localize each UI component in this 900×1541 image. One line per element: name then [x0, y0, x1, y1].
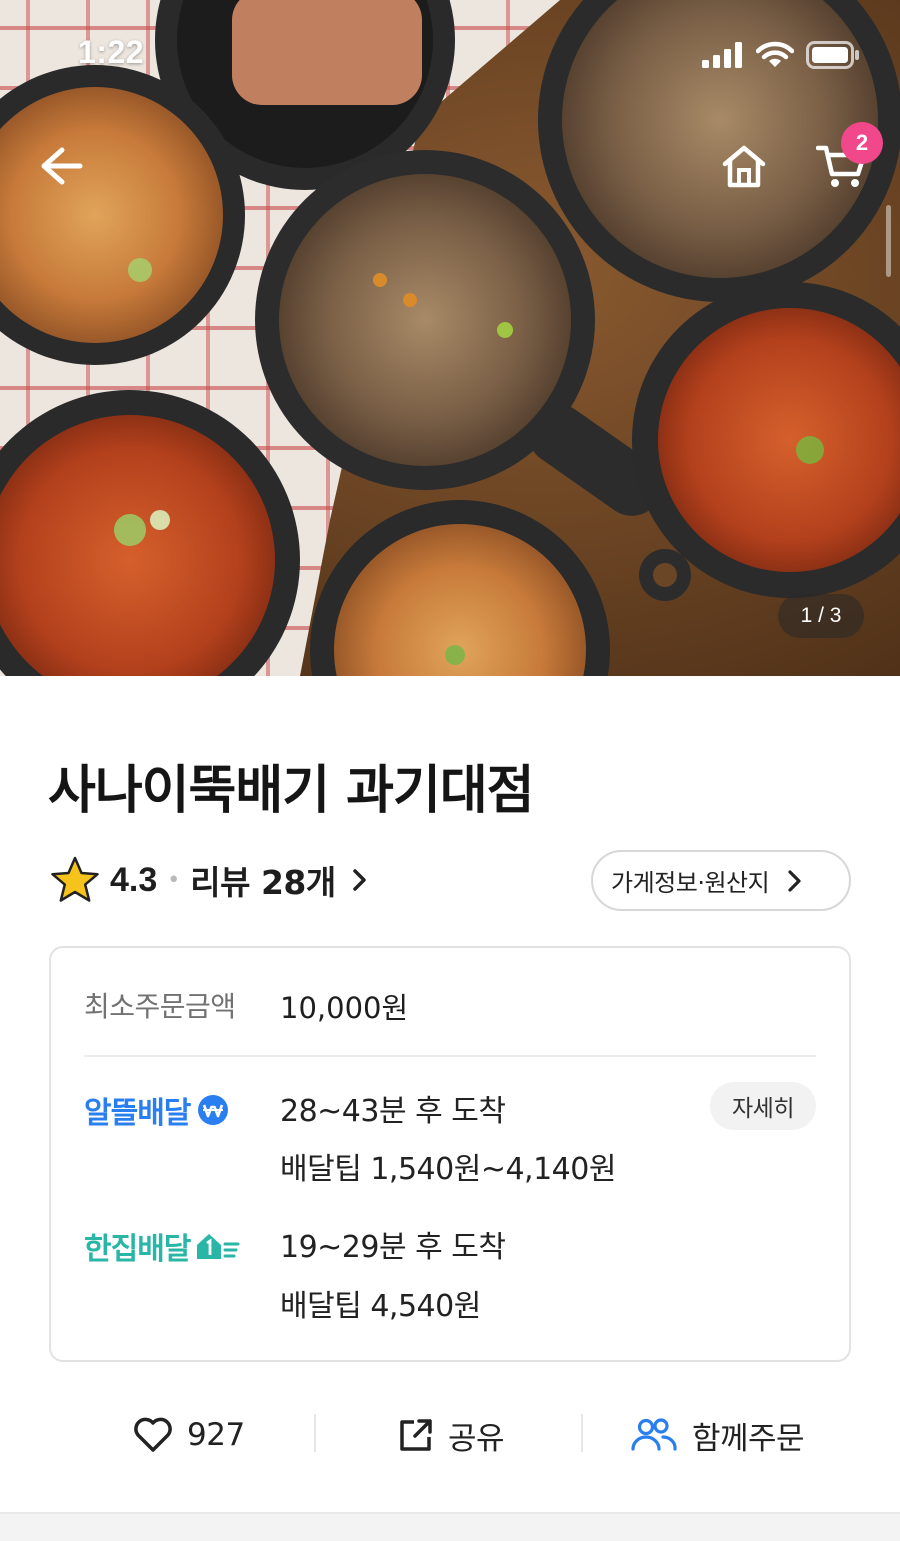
home-icon [722, 145, 766, 188]
group-order-button[interactable]: 함께주문 [630, 1400, 805, 1470]
altteul-delivery-label: 알뜰배달 [84, 1096, 191, 1131]
hanjip-delivery-tip: 배달팁 4,540원 [280, 1289, 481, 1324]
cart-count-badge: 2 [841, 122, 883, 164]
rating-separator: • [167, 867, 181, 893]
reviews-link[interactable]: 리뷰 28개 [190, 856, 374, 904]
arrow-left-icon [41, 147, 83, 185]
min-order-label: 최소주문금액 [84, 990, 236, 1023]
like-button[interactable]: 927 [133, 1400, 245, 1470]
section-separator [0, 1512, 900, 1541]
scroll-indicator [886, 205, 891, 277]
store-info-origin-label: 가게정보·원산지 [611, 869, 770, 897]
store-info-origin-button[interactable]: 가게정보·원산지 [591, 850, 851, 911]
reviews-label: 리뷰 28개 [190, 863, 336, 902]
fast-home-icon [197, 1234, 240, 1259]
status-icons [702, 38, 860, 72]
chevron-right-icon [353, 869, 366, 891]
hanjip-delivery-label: 한집배달 [84, 1232, 191, 1267]
chevron-right-icon [788, 869, 801, 892]
group-users-icon [631, 1418, 677, 1451]
hanjip-delivery-brand: 한집배달 [84, 1224, 240, 1268]
altteul-delivery-brand: 알뜰배달 [84, 1088, 230, 1132]
card-divider [84, 1055, 816, 1057]
wifi-icon [756, 41, 794, 67]
status-time: 1:22 [78, 34, 145, 70]
delivery-detail-label: 자세히 [732, 1096, 794, 1122]
back-button[interactable] [34, 138, 90, 194]
signal-icon [702, 42, 742, 68]
share-icon [400, 1419, 432, 1451]
hanjip-arrival-time: 19~29분 후 도착 [280, 1230, 506, 1265]
rating-row: 4.3 • 리뷰 28개 [50, 852, 374, 908]
share-label: 공유 [448, 1420, 505, 1457]
star-icon [51, 856, 99, 902]
altteul-arrival-time: 28~43분 후 도착 [280, 1094, 506, 1129]
like-count: 927 [187, 1417, 245, 1453]
share-button[interactable]: 공유 [398, 1400, 505, 1470]
rating-value: 4.3 [110, 860, 158, 899]
altteul-delivery-tip: 배달팁 1,540원~4,140원 [280, 1152, 616, 1187]
group-order-label: 함께주문 [692, 1420, 805, 1457]
store-name: 사나이뚝배기 과기대점 [48, 761, 535, 821]
home-button[interactable] [712, 134, 776, 198]
hero-carousel[interactable]: 1:22 2 1 / 3 [0, 0, 900, 676]
battery-icon [806, 41, 859, 69]
image-page-indicator: 1 / 3 [778, 594, 864, 638]
won-coin-icon [198, 1095, 229, 1125]
status-bar: 1:22 [0, 0, 900, 110]
action-divider [581, 1414, 583, 1452]
store-action-bar: 927 공유 함께주문 [0, 1400, 900, 1470]
delivery-detail-button[interactable]: 자세히 [710, 1082, 816, 1130]
heart-icon [134, 1417, 172, 1452]
action-divider [314, 1414, 316, 1452]
min-order-value: 10,000원 [280, 991, 409, 1025]
